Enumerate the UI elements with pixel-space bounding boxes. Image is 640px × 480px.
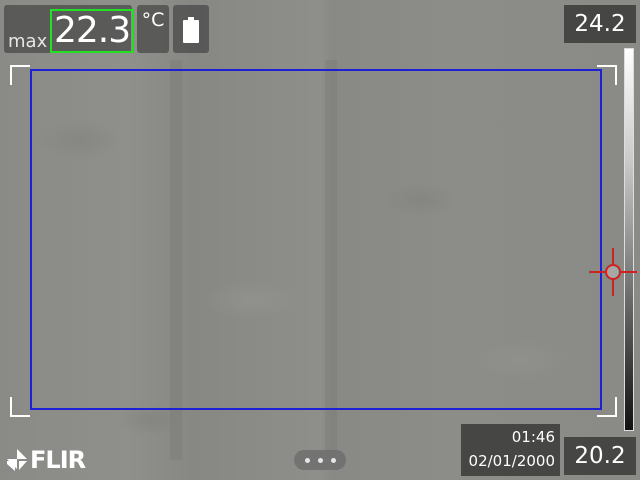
- measurement-area-box[interactable]: [30, 69, 602, 410]
- measurement-value: 22.3: [50, 9, 133, 53]
- measurement-readout[interactable]: max 22.3: [4, 5, 133, 53]
- more-dots-icon: [318, 458, 323, 463]
- date-text: 02/01/2000: [468, 452, 555, 470]
- frame-corner-bottom-right: [597, 397, 617, 417]
- thermal-camera-view: max 22.3 °C 24.2 20.2 FLIR 01:46 02/01/2…: [0, 0, 640, 480]
- battery-icon: [183, 17, 199, 43]
- measurement-label: max: [8, 31, 48, 52]
- frame-corner-bottom-left: [10, 397, 30, 417]
- frame-corner-top-left: [10, 65, 30, 85]
- spot-marker-icon[interactable]: [589, 248, 637, 296]
- battery-indicator: [173, 5, 209, 53]
- flir-logo: FLIR: [6, 446, 98, 474]
- time-text: 01:46: [511, 428, 555, 446]
- brand-name: FLIR: [30, 446, 86, 474]
- scale-min-value[interactable]: 20.2: [564, 437, 636, 475]
- more-menu-button[interactable]: [294, 450, 346, 470]
- more-dots-icon: [331, 458, 336, 463]
- temperature-color-bar: [624, 48, 634, 431]
- flir-logo-mark-icon: [7, 449, 27, 471]
- frame-corner-top-right: [597, 65, 617, 85]
- scale-max-value[interactable]: 24.2: [564, 5, 636, 43]
- datetime-display: 01:46 02/01/2000: [461, 424, 560, 476]
- unit-indicator[interactable]: °C: [137, 5, 169, 53]
- more-dots-icon: [305, 458, 310, 463]
